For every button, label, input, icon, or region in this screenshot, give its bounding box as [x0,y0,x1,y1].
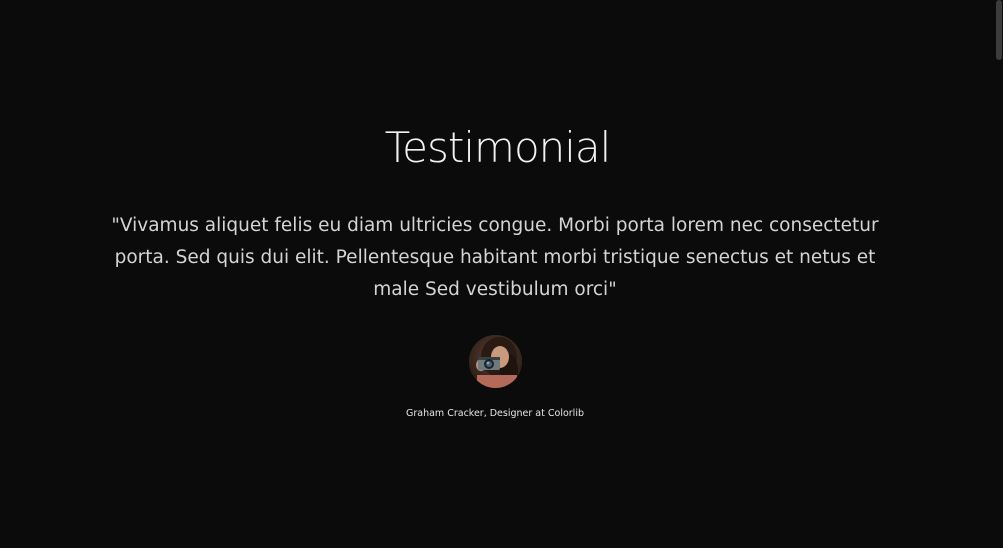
scrollbar-thumb[interactable] [996,0,1002,60]
author-caption: Graham Cracker, Designer at Colorlib [406,408,584,419]
page-scrollbar[interactable] [995,0,1003,548]
section-title: Testimonial [384,123,612,172]
avatar-photo [469,335,522,388]
testimonial-section: Testimonial "Vivamus aliquet felis eu di… [0,0,995,548]
testimonial-quote: "Vivamus aliquet felis eu diam ultricies… [111,215,879,300]
author-avatar [469,335,522,388]
